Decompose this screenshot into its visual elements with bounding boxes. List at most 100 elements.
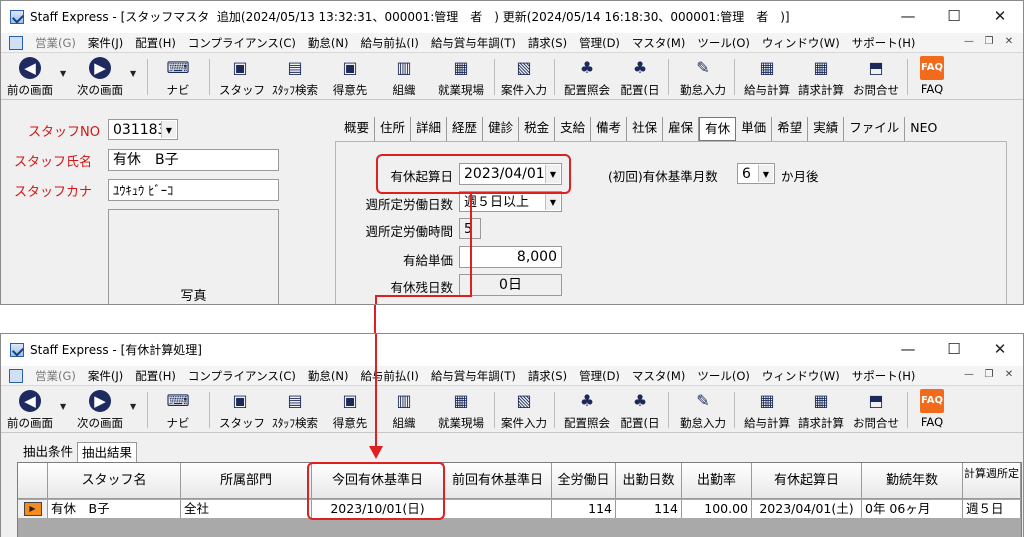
menu-tool[interactable]: ツール(O) <box>691 35 756 51</box>
cell-attendance-days[interactable]: 114 <box>616 500 682 518</box>
close-button[interactable]: ✕ <box>977 334 1023 365</box>
col-total-work-days[interactable]: 全労働日 <box>552 463 616 499</box>
billing-button[interactable]: ▦ 請求計算 <box>797 389 845 433</box>
menu-seikyu[interactable]: 請求(S) <box>522 35 573 51</box>
menu-kanri[interactable]: 管理(D) <box>573 368 626 384</box>
close-button[interactable]: ✕ <box>977 1 1023 32</box>
minimize-button[interactable]: — <box>885 334 931 365</box>
menu-kanri[interactable]: 管理(D) <box>573 35 626 51</box>
cell-years-of-service[interactable]: 0年 06ヶ月 <box>862 500 963 518</box>
chevron-down-icon[interactable]: ▼ <box>161 121 176 138</box>
menu-seikyu[interactable]: 請求(S) <box>522 368 573 384</box>
chevron-down-icon[interactable]: ▼ <box>60 69 66 78</box>
navi-button[interactable]: ⌨ ナビ <box>161 389 195 433</box>
payroll-button[interactable]: ▦ 給与計算 <box>743 389 791 433</box>
tab-wishes[interactable]: 希望 <box>772 117 809 141</box>
tab-neo[interactable]: NEO <box>905 117 942 141</box>
menu-master[interactable]: マスタ(M) <box>626 35 691 51</box>
minimize-button[interactable]: — <box>885 1 931 32</box>
chevron-down-icon[interactable]: ▼ <box>758 165 773 182</box>
case-entry-button[interactable]: ▧ 案件入力 <box>499 389 549 433</box>
menu-kintai[interactable]: 勤怠(N) <box>302 35 355 51</box>
col-attendance-days[interactable]: 出勤日数 <box>616 463 682 499</box>
attendance-button[interactable]: ✎ 勤怠入力 <box>678 56 728 100</box>
photo-box[interactable]: 写真 <box>108 209 279 304</box>
mdi-close-button[interactable]: ✕ <box>1001 368 1017 382</box>
tab-files[interactable]: ファイル <box>844 117 906 141</box>
cell-previous-base-date[interactable] <box>444 500 552 518</box>
maximize-button[interactable]: ☐ <box>931 334 977 365</box>
col-attendance-rate[interactable]: 出勤率 <box>682 463 752 499</box>
staff-search-button[interactable]: ▤ ｽﾀｯﾌ検索 <box>267 56 323 100</box>
tab-address[interactable]: 住所 <box>375 117 412 141</box>
customer-button[interactable]: ▣ 得意先 <box>329 56 371 100</box>
case-entry-button[interactable]: ▧ 案件入力 <box>499 56 549 100</box>
navi-button[interactable]: ⌨ ナビ <box>161 56 195 100</box>
menu-support[interactable]: サポート(H) <box>846 368 922 384</box>
col-years-of-service[interactable]: 勤続年数 <box>862 463 963 499</box>
weekly-days-combo[interactable]: 週５日以上 ▼ <box>459 191 562 212</box>
org-button[interactable]: ▥ 組織 <box>387 56 421 100</box>
menu-window[interactable]: ウィンドウ(W) <box>756 35 846 51</box>
menu-master[interactable]: マスタ(M) <box>626 368 691 384</box>
menu-maebarai[interactable]: 給与前払(I) <box>354 368 424 384</box>
menu-anken[interactable]: 案件(J) <box>82 368 129 384</box>
menu-anken[interactable]: 案件(J) <box>82 35 129 51</box>
mdi-restore-button[interactable]: ❐ <box>981 35 997 49</box>
placement-inquiry-button[interactable]: ♣ 配置照会 <box>562 389 612 433</box>
tab-employment-insurance[interactable]: 雇保 <box>663 117 700 141</box>
menu-compliance[interactable]: コンプライアンス(C) <box>182 35 302 51</box>
payroll-button[interactable]: ▦ 給与計算 <box>743 56 791 100</box>
menu-support[interactable]: サポート(H) <box>846 35 922 51</box>
tab-tax[interactable]: 税金 <box>519 117 556 141</box>
next-screen-button[interactable]: ▶ 次の画面 <box>75 389 125 433</box>
col-staff-name[interactable]: スタッフ名 <box>48 463 181 499</box>
tab-extract-conditions[interactable]: 抽出条件 <box>19 442 77 463</box>
tab-payment[interactable]: 支給 <box>555 117 592 141</box>
chevron-down-icon[interactable]: ▼ <box>130 69 136 78</box>
menu-kyuyo[interactable]: 給与賞与年調(T) <box>425 35 522 51</box>
placement-inquiry-button[interactable]: ♣ 配置照会 <box>562 56 612 100</box>
menu-eigyo[interactable]: 営業(G) <box>29 35 82 51</box>
menu-haichi[interactable]: 配置(H) <box>129 35 182 51</box>
staff-button[interactable]: ▣ スタッフ <box>219 56 265 100</box>
results-grid[interactable]: スタッフ名 所属部門 今回有休基準日 前回有休基準日 全労働日 出勤日数 出勤率… <box>17 462 1022 537</box>
tab-social-insurance[interactable]: 社保 <box>627 117 664 141</box>
workplace-button[interactable]: ▦ 就業現場 <box>433 389 489 433</box>
tab-details[interactable]: 詳細 <box>411 117 448 141</box>
col-weekly-days[interactable]: 計算週所定 <box>963 463 1021 499</box>
tab-career[interactable]: 経歴 <box>447 117 484 141</box>
col-previous-base-date[interactable]: 前回有休基準日 <box>444 463 552 499</box>
maximize-button[interactable]: ☐ <box>931 1 977 32</box>
org-button[interactable]: ▥ 組織 <box>387 389 421 433</box>
cell-attendance-rate[interactable]: 100.00 <box>682 500 752 518</box>
menu-tool[interactable]: ツール(O) <box>691 368 756 384</box>
mdi-minimize-button[interactable]: — <box>961 368 977 382</box>
first-base-combo[interactable]: 6 ▼ <box>737 163 775 184</box>
contact-button[interactable]: ⬒ お問合せ <box>853 56 899 100</box>
chevron-down-icon[interactable]: ▼ <box>130 402 136 411</box>
cell-total-work-days[interactable]: 114 <box>552 500 616 518</box>
menu-window[interactable]: ウィンドウ(W) <box>756 368 846 384</box>
tab-paid-leave[interactable]: 有休 <box>699 117 737 141</box>
mdi-minimize-button[interactable]: — <box>961 35 977 49</box>
tab-extract-results[interactable]: 抽出結果 <box>77 442 138 463</box>
prev-screen-button[interactable]: ◀ 前の画面 <box>5 389 55 433</box>
col-leave-start-date[interactable]: 有休起算日 <box>752 463 862 499</box>
attendance-button[interactable]: ✎ 勤怠入力 <box>678 389 728 433</box>
prev-screen-button[interactable]: ◀ 前の画面 <box>5 56 55 100</box>
tab-health[interactable]: 健診 <box>483 117 520 141</box>
staff-kana-field[interactable]: ﾕｳｷｭｳ ﾋﾞｰｺ <box>108 179 279 201</box>
billing-button[interactable]: ▦ 請求計算 <box>797 56 845 100</box>
chevron-down-icon[interactable]: ▼ <box>545 193 560 210</box>
menu-kintai[interactable]: 勤怠(N) <box>302 368 355 384</box>
staff-name-field[interactable]: 有休 B子 <box>108 149 279 171</box>
menu-kyuyo[interactable]: 給与賞与年調(T) <box>425 368 522 384</box>
tab-notes[interactable]: 備考 <box>591 117 628 141</box>
mdi-restore-button[interactable]: ❐ <box>981 368 997 382</box>
tab-results[interactable]: 実績 <box>808 117 845 141</box>
tab-overview[interactable]: 概要 <box>339 117 376 141</box>
cell-department[interactable]: 全社 <box>181 500 312 518</box>
next-screen-button[interactable]: ▶ 次の画面 <box>75 56 125 100</box>
customer-button[interactable]: ▣ 得意先 <box>329 389 371 433</box>
